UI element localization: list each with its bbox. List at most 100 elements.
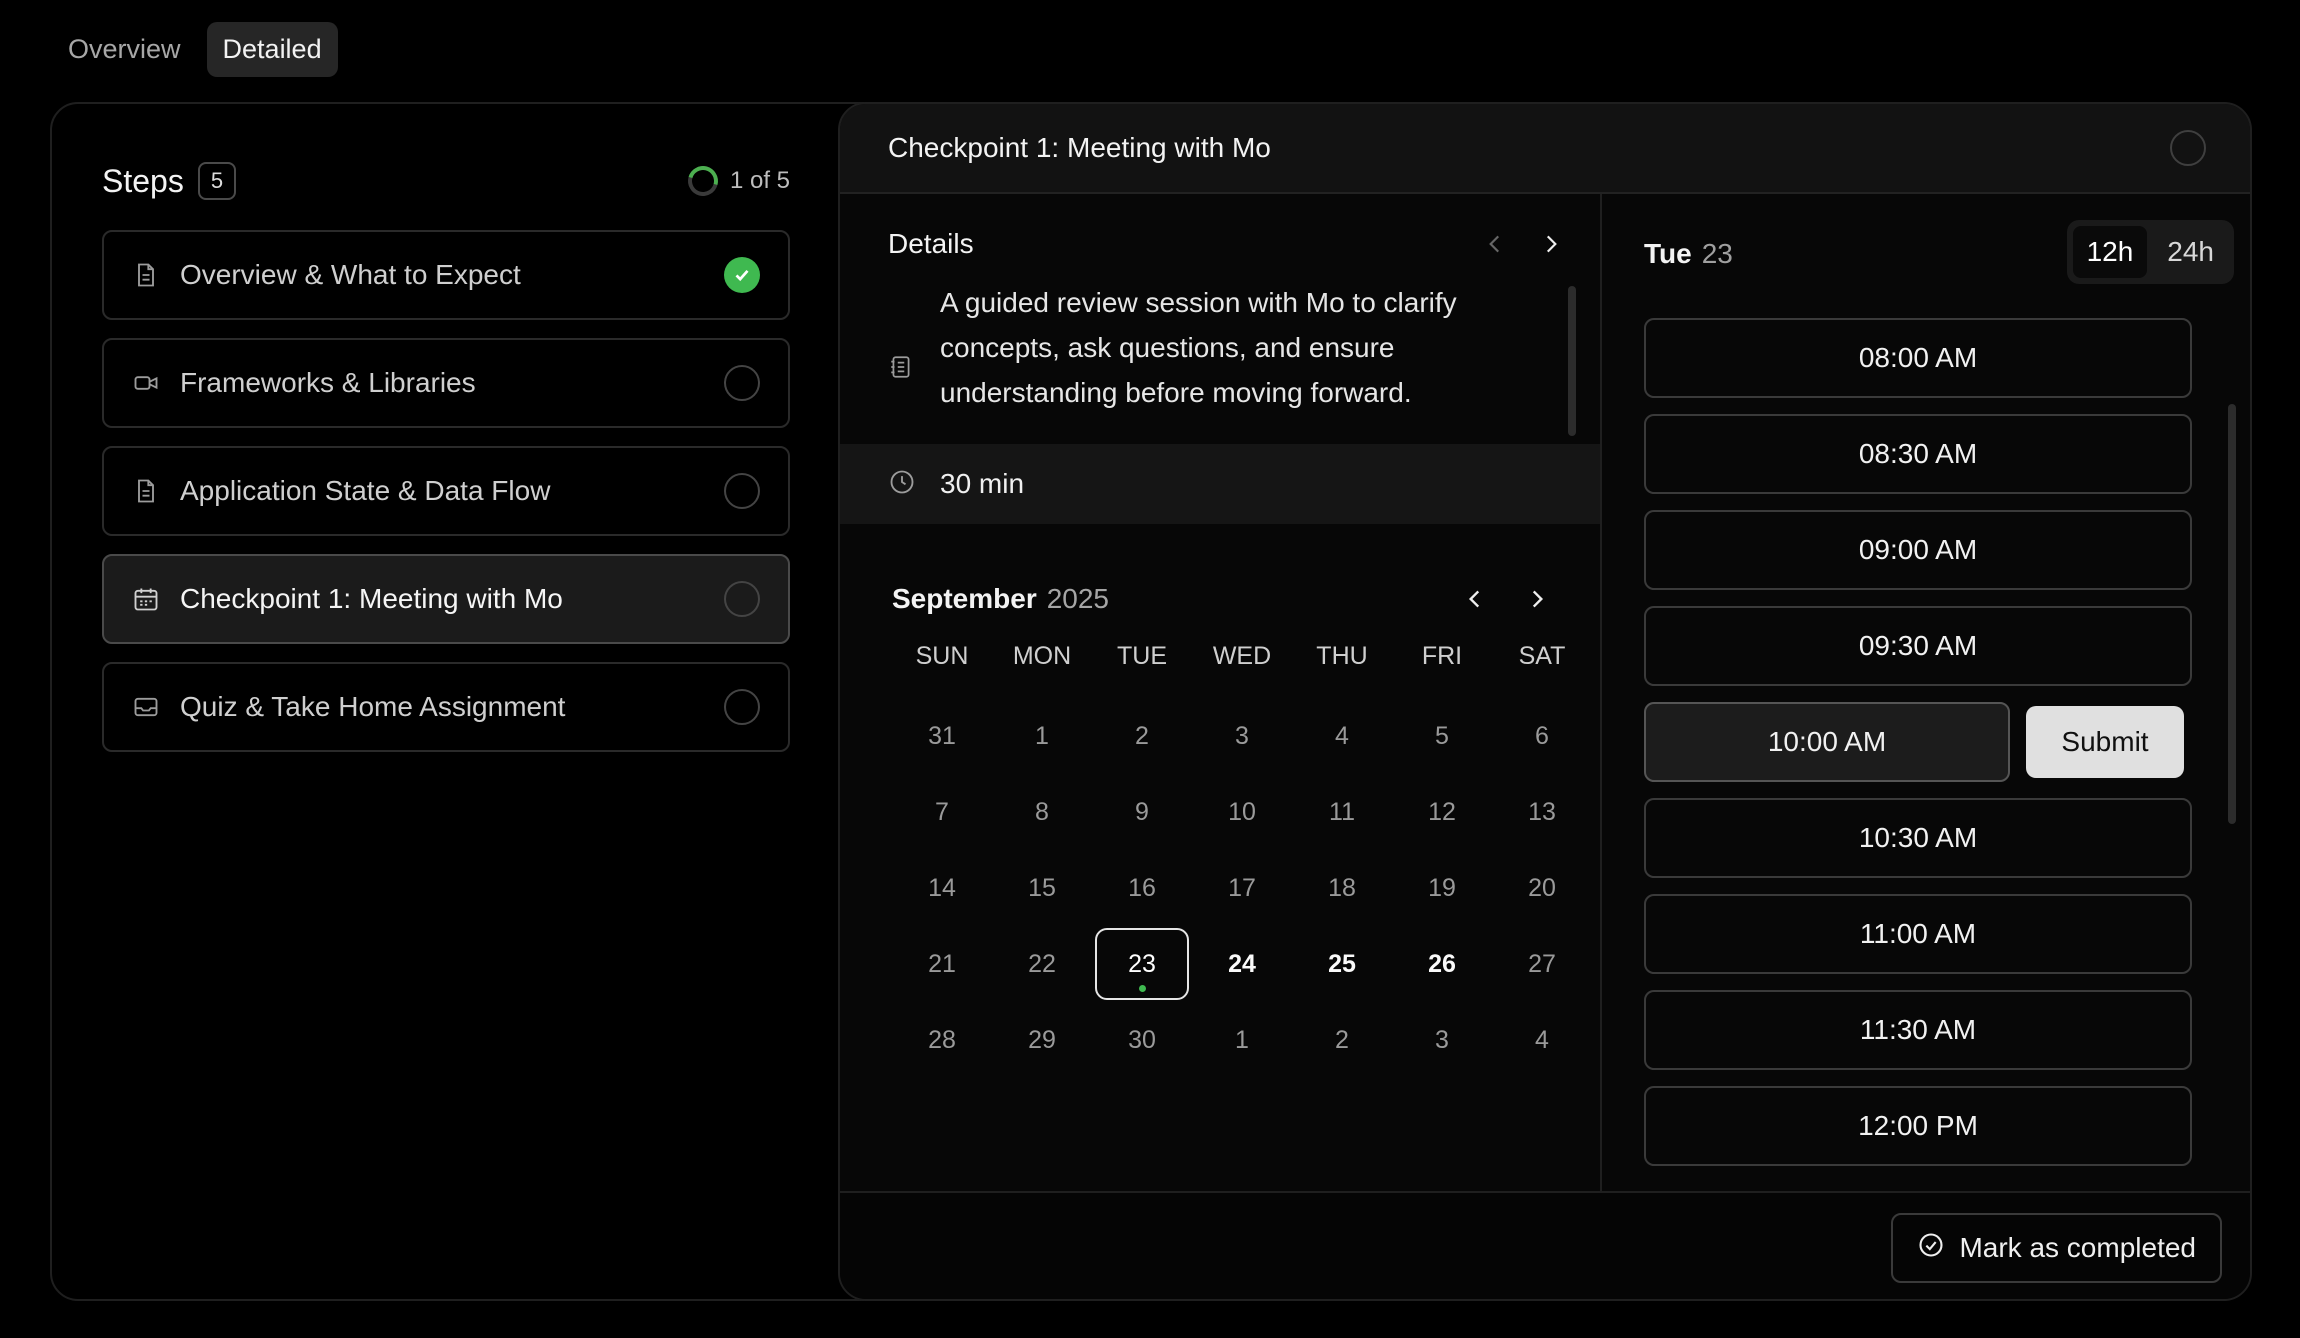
time-slot-button[interactable]: 10:00 AM bbox=[1644, 702, 2010, 782]
main-frame: Steps 5 1 of 5 Overview & What to Expect bbox=[50, 102, 2252, 1301]
duration-text: 30 min bbox=[940, 468, 1025, 499]
step-item-app-state[interactable]: Application State & Data Flow bbox=[102, 446, 790, 536]
calendar-day[interactable]: 4 bbox=[1292, 700, 1392, 772]
detail-title: Checkpoint 1: Meeting with Mo bbox=[888, 132, 1271, 163]
description-text: A guided review session with Mo to clari… bbox=[940, 287, 1457, 408]
description-scrollbar[interactable] bbox=[1568, 286, 1576, 436]
calendar-day[interactable]: 1 bbox=[1192, 1004, 1292, 1076]
time-slot-button[interactable]: 09:30 AM bbox=[1644, 606, 2192, 686]
time-slot-button[interactable]: 12:00 PM bbox=[1644, 1086, 2192, 1166]
calendar-day[interactable]: 19 bbox=[1392, 852, 1492, 924]
calendar-day[interactable]: 21 bbox=[892, 928, 992, 1000]
calendar-day[interactable]: 17 bbox=[1192, 852, 1292, 924]
calendar-day[interactable]: 27 bbox=[1492, 928, 1592, 1000]
time-slot-list: 08:00 AM 08:30 AM 09:00 AM 09:30 AM 10:00 AM… bbox=[1644, 318, 2192, 1182]
calendar-week-row: 31 1 2 3 4 5 6 bbox=[892, 698, 1549, 774]
step-status-circle bbox=[724, 365, 760, 401]
calendar-next-button[interactable] bbox=[1522, 584, 1552, 614]
step-list: Overview & What to Expect Frameworks & L… bbox=[102, 230, 790, 752]
detail-footer: Mark as completed bbox=[840, 1191, 2250, 1299]
time-slot-button[interactable]: 10:30 AM bbox=[1644, 798, 2192, 878]
weekday-label: TUE bbox=[1117, 642, 1167, 670]
detail-header: Checkpoint 1: Meeting with Mo bbox=[840, 104, 2250, 194]
calendar-day[interactable]: 28 bbox=[892, 1004, 992, 1076]
weekday-label: SUN bbox=[915, 642, 969, 670]
calendar-day[interactable]: 4 bbox=[1492, 1004, 1592, 1076]
selected-day-number: 23 bbox=[1701, 238, 1733, 269]
calendar-day[interactable]: 26 bbox=[1392, 928, 1492, 1000]
calendar-day[interactable]: 7 bbox=[892, 776, 992, 848]
details-next-button[interactable] bbox=[1536, 229, 1566, 259]
time-slot-button[interactable]: 08:30 AM bbox=[1644, 414, 2192, 494]
calendar-day[interactable]: 5 bbox=[1392, 700, 1492, 772]
chevron-right-icon bbox=[1546, 235, 1557, 253]
step-item-checkpoint[interactable]: Checkpoint 1: Meeting with Mo bbox=[102, 554, 790, 644]
tab-detailed[interactable]: Detailed bbox=[206, 22, 338, 77]
calendar-day[interactable]: 9 bbox=[1092, 776, 1192, 848]
calendar-day[interactable]: 22 bbox=[992, 928, 1092, 1000]
time-slot-button[interactable]: 11:00 AM bbox=[1644, 894, 2192, 974]
calendar-day[interactable]: 3 bbox=[1192, 700, 1292, 772]
calendar-day[interactable]: 30 bbox=[1092, 1004, 1192, 1076]
format-12h-button[interactable]: 12h bbox=[2072, 226, 2148, 278]
calendar-day[interactable]: 31 bbox=[892, 700, 992, 772]
calendar-day[interactable]: 8 bbox=[992, 776, 1092, 848]
step-label: Overview & What to Expect bbox=[180, 259, 521, 290]
time-slot-button[interactable]: 08:00 AM bbox=[1644, 318, 2192, 398]
calendar-day[interactable]: 12 bbox=[1392, 776, 1492, 848]
calendar-day[interactable]: 18 bbox=[1292, 852, 1392, 924]
chevron-left-icon bbox=[1489, 235, 1500, 253]
calendar-day[interactable]: 11 bbox=[1292, 776, 1392, 848]
calendar-day[interactable]: 16 bbox=[1092, 852, 1192, 924]
step-status-circle bbox=[724, 689, 760, 725]
steps-header: Steps 5 1 of 5 bbox=[102, 154, 790, 208]
check-circle-icon bbox=[1917, 1231, 1945, 1266]
calendar-day[interactable]: 25 bbox=[1292, 928, 1392, 1000]
calendar-day[interactable]: 1 bbox=[992, 700, 1092, 772]
calendar-day[interactable]: 6 bbox=[1492, 700, 1592, 772]
calendar-day[interactable]: 23 bbox=[1095, 928, 1189, 1000]
time-slot-button[interactable]: 09:00 AM bbox=[1644, 510, 2192, 590]
progress-ring-icon bbox=[682, 160, 724, 202]
time-slot-row: 08:00 AM bbox=[1644, 318, 2192, 398]
calendar-day[interactable]: 20 bbox=[1492, 852, 1592, 924]
weekday-label: MON bbox=[1012, 642, 1072, 670]
time-slot-row: 12:00 PM bbox=[1644, 1086, 2192, 1166]
calendar-day[interactable]: 15 bbox=[992, 852, 1092, 924]
step-item-frameworks[interactable]: Frameworks & Libraries bbox=[102, 338, 790, 428]
document-icon bbox=[132, 261, 160, 289]
calendar-day[interactable]: 24 bbox=[1192, 928, 1292, 1000]
document-icon bbox=[132, 477, 160, 505]
submit-button[interactable]: Submit bbox=[2026, 706, 2184, 778]
time-slot-row: 11:00 AM bbox=[1644, 894, 2192, 974]
mark-completed-button[interactable]: Mark as completed bbox=[1891, 1213, 2222, 1283]
step-item-overview[interactable]: Overview & What to Expect bbox=[102, 230, 790, 320]
calendar-day[interactable]: 13 bbox=[1492, 776, 1592, 848]
calendar-year: 2025 bbox=[1046, 583, 1110, 614]
steps-title: Steps bbox=[102, 162, 184, 199]
detail-status-circle[interactable] bbox=[2170, 130, 2206, 166]
calendar-day[interactable]: 3 bbox=[1392, 1004, 1492, 1076]
time-slot-row: 08:30 AM bbox=[1644, 414, 2192, 494]
format-24h-button[interactable]: 24h bbox=[2153, 226, 2228, 278]
step-label: Quiz & Take Home Assignment bbox=[180, 691, 566, 722]
description-row: A guided review session with Mo to clari… bbox=[840, 286, 1600, 444]
calendar-day[interactable]: 10 bbox=[1192, 776, 1292, 848]
details-heading: Details bbox=[888, 228, 974, 259]
time-slots-scrollbar[interactable] bbox=[2228, 404, 2236, 824]
details-prev-button[interactable] bbox=[1480, 229, 1510, 259]
calendar-month: September bbox=[892, 583, 1037, 614]
calendar-prev-button[interactable] bbox=[1460, 584, 1490, 614]
time-slot-button[interactable]: 11:30 AM bbox=[1644, 990, 2192, 1070]
calendar-day[interactable]: 29 bbox=[992, 1004, 1092, 1076]
step-item-quiz[interactable]: Quiz & Take Home Assignment bbox=[102, 662, 790, 752]
step-label: Application State & Data Flow bbox=[180, 475, 551, 506]
tab-overview[interactable]: Overview bbox=[52, 22, 197, 77]
video-icon bbox=[132, 369, 160, 397]
calendar-day[interactable]: 2 bbox=[1292, 1004, 1392, 1076]
calendar-week-row: 28 29 30 1 2 3 4 bbox=[892, 1002, 1549, 1078]
calendar-day[interactable]: 2 bbox=[1092, 700, 1192, 772]
calendar-day[interactable]: 14 bbox=[892, 852, 992, 924]
time-slot-row: 10:00 AM Submit bbox=[1644, 702, 2192, 782]
calendar-weeks: 31 1 2 3 4 5 6 7 8 9 10 11 12 13 14 15 16 17 18 19 20 21 22 23 2… bbox=[892, 698, 1556, 1078]
